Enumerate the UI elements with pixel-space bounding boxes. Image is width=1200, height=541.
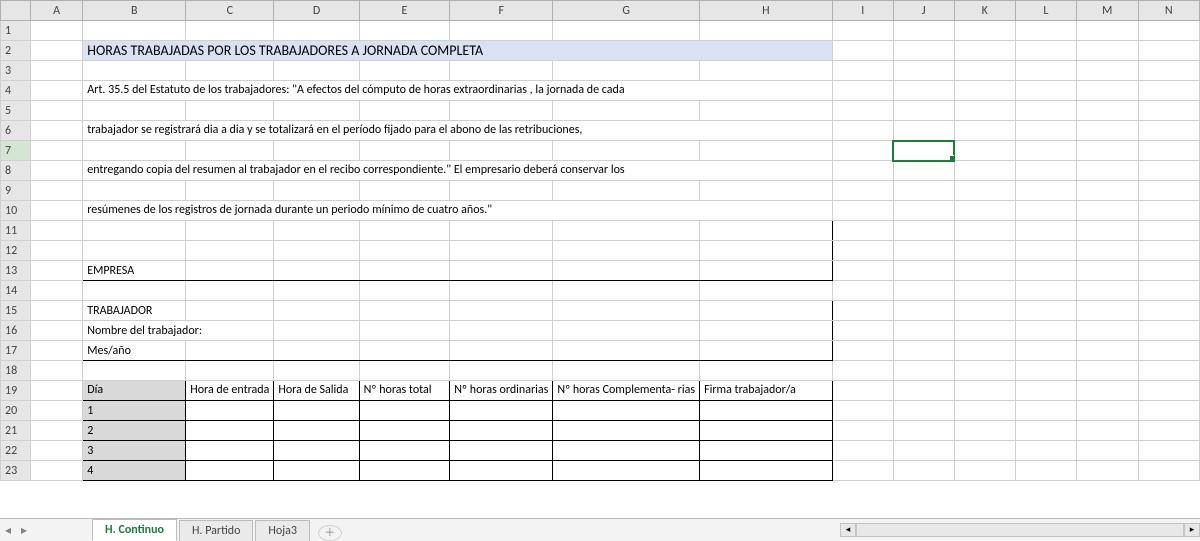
dia-cell: 3	[83, 441, 186, 461]
data-cell[interactable]	[186, 461, 274, 481]
data-cell[interactable]	[359, 401, 450, 421]
paragraph-line: trabajador se registrará dia a dia y se …	[83, 121, 833, 141]
th-complementarias: Nº horas Complementa- rias	[553, 381, 700, 401]
sheet-tabs: H. Continuo H. Partido Hoja3 ＋	[92, 519, 342, 541]
data-cell[interactable]	[450, 421, 553, 441]
row-hdr[interactable]: 12	[1, 241, 31, 261]
col-hdr-J[interactable]: J	[893, 1, 954, 21]
scroll-left-icon[interactable]: ◂	[840, 523, 856, 537]
data-cell[interactable]	[450, 441, 553, 461]
data-cell[interactable]	[450, 401, 553, 421]
data-cell[interactable]	[274, 401, 359, 421]
data-cell[interactable]	[359, 441, 450, 461]
data-cell[interactable]	[274, 461, 359, 481]
data-cell[interactable]	[553, 441, 700, 461]
th-ordinarias: Nº horas ordinarias	[450, 381, 553, 401]
data-cell[interactable]	[700, 421, 833, 441]
th-firma: Firma trabajador/a	[700, 381, 833, 401]
data-cell[interactable]	[186, 401, 274, 421]
col-hdr-H[interactable]: H	[700, 1, 833, 21]
data-cell[interactable]	[450, 461, 553, 481]
mesano-label: Mes/año	[83, 341, 186, 361]
empresa-label: EMPRESA	[83, 261, 186, 281]
horizontal-scrollbar[interactable]: ◂ ▸	[840, 522, 1200, 538]
dia-cell: 2	[83, 421, 186, 441]
data-cell[interactable]	[553, 461, 700, 481]
row-hdr[interactable]: 10	[1, 201, 31, 221]
col-hdr-E[interactable]: E	[359, 1, 450, 21]
dia-cell: 1	[83, 401, 186, 421]
data-cell[interactable]	[274, 421, 359, 441]
data-cell[interactable]	[186, 441, 274, 461]
trabajador-label: TRABAJADOR	[83, 301, 186, 321]
col-hdr-A[interactable]: A	[31, 1, 83, 21]
tab-nav-prev-icon[interactable]: ▸	[16, 523, 32, 538]
nombre-label: Nombre del trabajador:	[83, 321, 274, 341]
row-hdr[interactable]: 13	[1, 261, 31, 281]
data-cell[interactable]	[553, 401, 700, 421]
row-hdr[interactable]: 7	[1, 141, 31, 161]
column-header-row: A B C D E F G H I J K L M N	[1, 1, 1200, 21]
data-cell[interactable]	[553, 421, 700, 441]
col-hdr-K[interactable]: K	[954, 1, 1015, 21]
doc-title: HORAS TRABAJADAS POR LOS TRABAJADORES A …	[83, 41, 833, 61]
paragraph-line: entregando copia del resumen al trabajad…	[83, 161, 833, 181]
row-hdr[interactable]: 16	[1, 321, 31, 341]
row-hdr[interactable]: 22	[1, 441, 31, 461]
row-hdr[interactable]: 4	[1, 81, 31, 101]
row-hdr[interactable]: 2	[1, 41, 31, 61]
col-hdr-I[interactable]: I	[832, 1, 893, 21]
th-entrada: Hora de entrada	[186, 381, 274, 401]
col-hdr-B[interactable]: B	[83, 1, 186, 21]
row-hdr[interactable]: 18	[1, 361, 31, 381]
data-cell[interactable]	[359, 461, 450, 481]
th-salida: Hora de Salida	[274, 381, 359, 401]
select-all-corner[interactable]	[1, 1, 31, 21]
row-hdr[interactable]: 17	[1, 341, 31, 361]
th-dia: Día	[83, 381, 186, 401]
row-hdr[interactable]: 14	[1, 281, 31, 301]
th-total: Nº horas total	[359, 381, 450, 401]
col-hdr-C[interactable]: C	[186, 1, 274, 21]
row-hdr[interactable]: 15	[1, 301, 31, 321]
data-cell[interactable]	[274, 441, 359, 461]
row-hdr[interactable]: 19	[1, 381, 31, 401]
sheet-tab[interactable]: H. Partido	[179, 520, 253, 541]
col-hdr-N[interactable]: N	[1138, 1, 1199, 21]
scroll-track[interactable]	[856, 523, 1184, 537]
row-hdr[interactable]: 6	[1, 121, 31, 141]
row-hdr[interactable]: 21	[1, 421, 31, 441]
col-hdr-L[interactable]: L	[1015, 1, 1076, 21]
worksheet-grid[interactable]: A B C D E F G H I J K L M N 1 2 HOR	[0, 0, 1200, 518]
data-cell[interactable]	[359, 421, 450, 441]
row-hdr[interactable]: 23	[1, 461, 31, 481]
row-hdr[interactable]: 1	[1, 21, 31, 41]
row-hdr[interactable]: 11	[1, 221, 31, 241]
row-hdr[interactable]: 20	[1, 401, 31, 421]
row-hdr[interactable]: 3	[1, 61, 31, 81]
selected-cell[interactable]	[893, 141, 954, 161]
paragraph-line: Art. 35.5 del Estatuto de los trabajador…	[83, 81, 833, 101]
excel-window: A B C D E F G H I J K L M N 1 2 HOR	[0, 0, 1200, 541]
cells-table: A B C D E F G H I J K L M N 1 2 HOR	[0, 0, 1200, 481]
sheet-tab-bar: ◂ ▸ H. Continuo H. Partido Hoja3 ＋ ◂ ▸	[0, 518, 1200, 541]
col-hdr-F[interactable]: F	[450, 1, 553, 21]
paragraph-line: resúmenes de los registros de jornada du…	[83, 201, 833, 221]
col-hdr-G[interactable]: G	[553, 1, 700, 21]
row-hdr[interactable]: 5	[1, 101, 31, 121]
scroll-right-icon[interactable]: ▸	[1184, 523, 1200, 537]
data-cell[interactable]	[700, 401, 833, 421]
col-hdr-M[interactable]: M	[1076, 1, 1138, 21]
row-hdr[interactable]: 8	[1, 161, 31, 181]
tab-nav-first-icon[interactable]: ◂	[0, 523, 16, 538]
data-cell[interactable]	[700, 461, 833, 481]
data-cell[interactable]	[186, 421, 274, 441]
sheet-tab[interactable]: H. Continuo	[92, 519, 177, 541]
add-sheet-icon[interactable]: ＋	[318, 525, 342, 541]
dia-cell: 4	[83, 461, 186, 481]
row-hdr[interactable]: 9	[1, 181, 31, 201]
sheet-tab[interactable]: Hoja3	[255, 520, 310, 541]
data-cell[interactable]	[700, 441, 833, 461]
col-hdr-D[interactable]: D	[274, 1, 359, 21]
